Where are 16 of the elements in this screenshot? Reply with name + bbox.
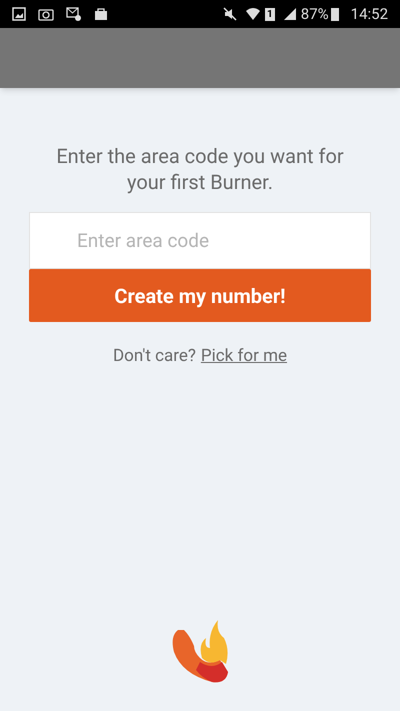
sim-indicator: 1 [265, 8, 275, 20]
signal-icon [282, 7, 297, 21]
wifi-icon [245, 6, 262, 22]
camera-icon [38, 7, 54, 21]
prompt-text: Enter the area code you want for your first Burner. [55, 143, 345, 195]
battery-percent: 87% [300, 4, 329, 25]
image-icon [12, 7, 26, 21]
bag-icon [94, 7, 108, 21]
mute-icon [223, 7, 238, 21]
area-code-field[interactable]: Enter area code [29, 212, 371, 269]
envelope-icon [66, 6, 82, 22]
create-number-button[interactable]: Create my number! [29, 269, 371, 322]
clock: 14:52 [350, 4, 388, 25]
pick-prompt: Don't care? [112, 345, 196, 368]
pick-for-me-link[interactable]: Pick for me [200, 344, 288, 370]
battery-icon [330, 7, 339, 21]
